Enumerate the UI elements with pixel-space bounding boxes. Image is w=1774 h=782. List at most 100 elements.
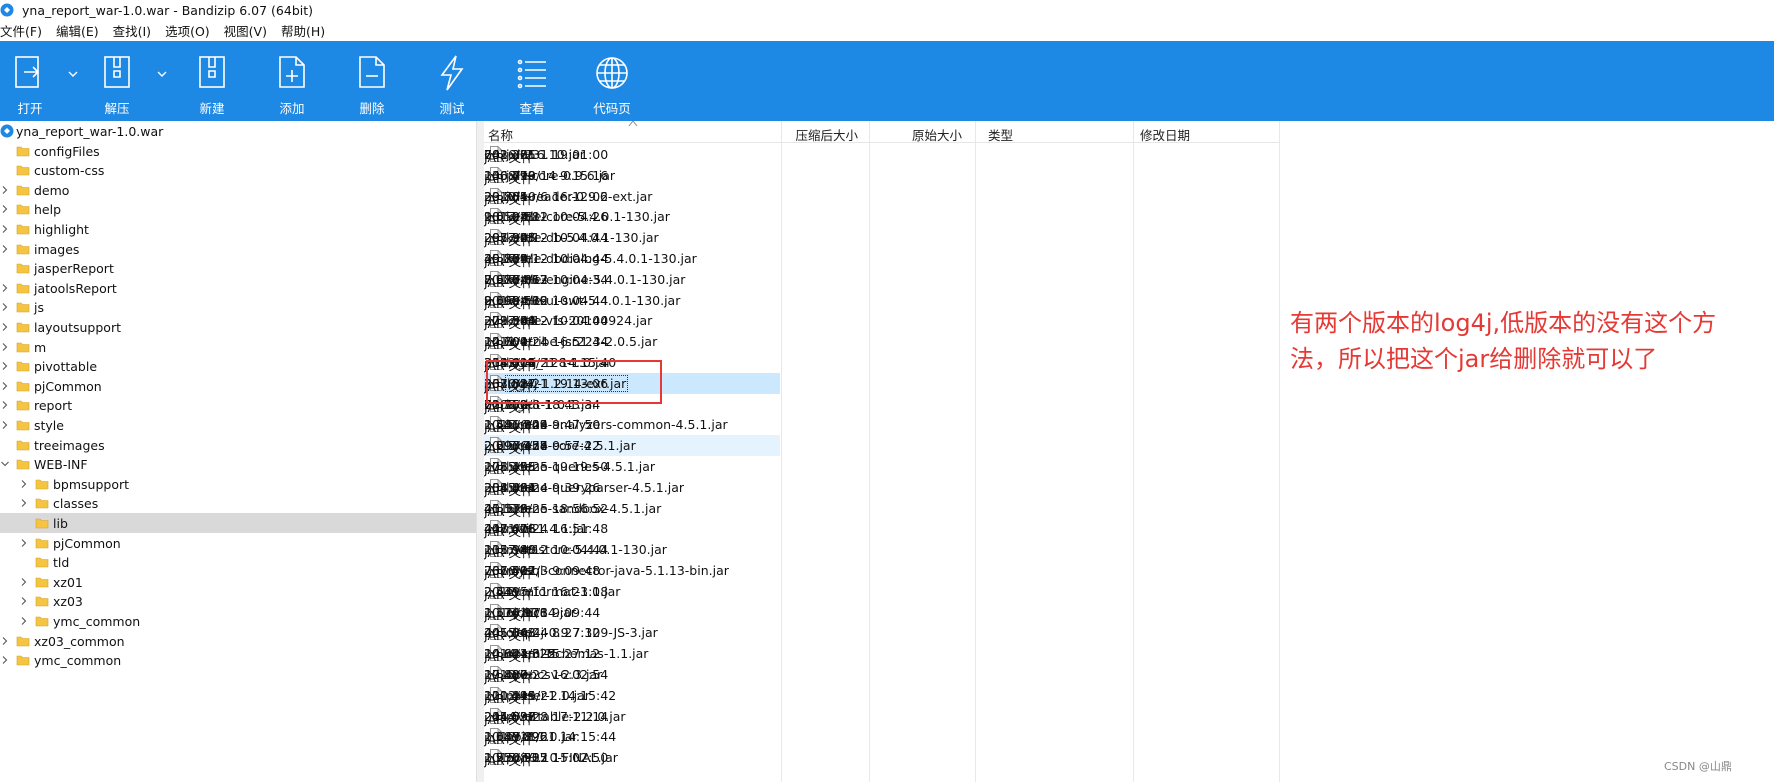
tree-item-label: pjCommon <box>53 535 121 551</box>
column-divider[interactable] <box>1279 121 1280 782</box>
view-label: 查看 <box>519 101 545 116</box>
chevron-right-icon[interactable] <box>0 400 10 410</box>
tree-root-label: yna_report_war-1.0.war <box>16 123 164 139</box>
chevron-right-icon[interactable] <box>0 322 10 332</box>
chevron-right-icon[interactable] <box>19 596 29 606</box>
tree-item[interactable]: WEB-INF <box>0 454 476 474</box>
tree-item[interactable]: xz03 <box>0 591 476 611</box>
add-button[interactable]: 添加 <box>262 41 322 121</box>
chevron-right-icon[interactable] <box>0 381 10 391</box>
menu-options[interactable]: 选项(O) <box>165 21 210 40</box>
chevron-right-icon[interactable] <box>0 302 10 312</box>
tree-item[interactable]: report <box>0 395 476 415</box>
tree-item-label: layoutsupport <box>34 319 121 335</box>
folder-icon <box>16 361 30 372</box>
tree-item[interactable]: jasperReport <box>0 258 476 278</box>
bandizip-app-icon <box>0 3 14 17</box>
highlight-box <box>486 360 662 404</box>
extract-button[interactable]: 解压 <box>87 41 147 121</box>
tree-item[interactable]: pjCommon <box>0 533 476 553</box>
test-button[interactable]: 测试 <box>422 41 482 121</box>
extract-dropdown-chevron-icon[interactable] <box>155 67 169 81</box>
view-button[interactable]: 查看 <box>502 41 562 121</box>
annotation-text: 有两个版本的log4j,低版本的没有这个方法，所以把这个jar给删除就可以了 <box>1290 309 1717 373</box>
tree-item[interactable]: classes <box>0 493 476 513</box>
tree-item-label: configFiles <box>34 143 100 159</box>
tree-item[interactable]: images <box>0 239 476 259</box>
tree-item-label: xz01 <box>53 574 83 590</box>
chevron-down-icon[interactable] <box>0 459 10 469</box>
chevron-right-icon[interactable] <box>0 283 10 293</box>
tree-item[interactable]: tld <box>0 552 476 572</box>
delete-file-icon <box>359 56 385 88</box>
menu-find[interactable]: 查找(I) <box>113 21 151 40</box>
extract-label: 解压 <box>104 101 130 116</box>
new-archive-icon <box>199 56 225 88</box>
tree-root[interactable]: yna_report_war-1.0.war <box>0 121 476 141</box>
column-divider[interactable] <box>975 121 976 782</box>
chevron-right-icon[interactable] <box>0 420 10 430</box>
file-modified-date: 2014/9/28 17:11:14 <box>484 709 609 724</box>
tree-item[interactable]: highlight <box>0 219 476 239</box>
tree-item[interactable]: pjCommon <box>0 376 476 396</box>
chevron-right-icon[interactable] <box>19 498 29 508</box>
file-list[interactable]: 名称 压缩后大小 原始大小 类型 修改日期 jxl-2.6.10.jar 682,… <box>484 121 1280 782</box>
column-type[interactable]: 类型 <box>988 125 1013 144</box>
column-compressed-size[interactable]: 压缩后大小 <box>484 125 858 144</box>
tree-item[interactable]: style <box>0 415 476 435</box>
column-divider[interactable] <box>1133 121 1134 782</box>
folder-icon <box>35 557 49 568</box>
tree-item-label: xz03_common <box>34 633 125 649</box>
tree-item[interactable]: js <box>0 297 476 317</box>
folder-tree[interactable]: yna_report_war-1.0.war configFiles custom-… <box>0 121 476 782</box>
tree-item[interactable]: xz01 <box>0 572 476 592</box>
splitter[interactable] <box>476 121 484 782</box>
chevron-right-icon[interactable] <box>19 616 29 626</box>
lightning-test-icon <box>440 55 464 91</box>
chevron-right-icon[interactable] <box>0 361 10 371</box>
menu-help[interactable]: 帮助(H) <box>281 21 325 40</box>
menu-file[interactable]: 文件(F) <box>0 21 42 40</box>
archive-root-icon <box>0 124 14 138</box>
tree-item[interactable]: custom-css <box>0 160 476 180</box>
chevron-right-icon[interactable] <box>0 342 10 352</box>
column-divider[interactable] <box>781 121 782 782</box>
tree-item[interactable]: help <box>0 199 476 219</box>
tree-item[interactable]: layoutsupport <box>0 317 476 337</box>
column-original-size[interactable]: 原始大小 <box>874 125 962 144</box>
tree-item[interactable]: configFiles <box>0 141 476 161</box>
open-dropdown-chevron-icon[interactable] <box>66 67 80 81</box>
tree-item[interactable]: jatoolsReport <box>0 278 476 298</box>
open-archive-icon <box>15 56 40 88</box>
tree-item[interactable]: bpmsupport <box>0 474 476 494</box>
menu-edit[interactable]: 编辑(E) <box>56 21 99 40</box>
tree-item[interactable]: xz03_common <box>0 631 476 651</box>
chevron-right-icon[interactable] <box>0 636 10 646</box>
tree-item[interactable]: demo <box>0 180 476 200</box>
tree-item[interactable]: m <box>0 337 476 357</box>
chevron-right-icon[interactable] <box>0 185 10 195</box>
open-button[interactable]: 打开 <box>0 41 60 121</box>
menu-view[interactable]: 视图(V) <box>224 21 267 40</box>
tree-item[interactable]: lib <box>0 513 476 533</box>
delete-button[interactable]: 删除 <box>342 41 402 121</box>
tree-item[interactable]: pivottable <box>0 356 476 376</box>
tree-item[interactable]: treeimages <box>0 435 476 455</box>
chevron-right-icon[interactable] <box>0 655 10 665</box>
file-modified-date: 2011/1/24 16:51:44 <box>484 334 609 349</box>
file-modified-date: 2017/4/12 10:04:44 <box>484 542 609 557</box>
folder-icon <box>35 498 49 509</box>
tree-item-label: xz03 <box>53 593 83 609</box>
chevron-right-icon[interactable] <box>19 479 29 489</box>
new-button[interactable]: 新建 <box>182 41 242 121</box>
column-modified[interactable]: 修改日期 <box>1140 125 1190 144</box>
tree-item[interactable]: ymc_common <box>0 611 476 631</box>
chevron-right-icon[interactable] <box>0 244 10 254</box>
chevron-right-icon[interactable] <box>19 538 29 548</box>
tree-item[interactable]: ymc_common <box>0 650 476 670</box>
codepage-button[interactable]: 代码页 <box>582 41 642 121</box>
chevron-right-icon[interactable] <box>0 204 10 214</box>
column-divider[interactable] <box>869 121 870 782</box>
chevron-right-icon[interactable] <box>19 577 29 587</box>
chevron-right-icon[interactable] <box>0 224 10 234</box>
